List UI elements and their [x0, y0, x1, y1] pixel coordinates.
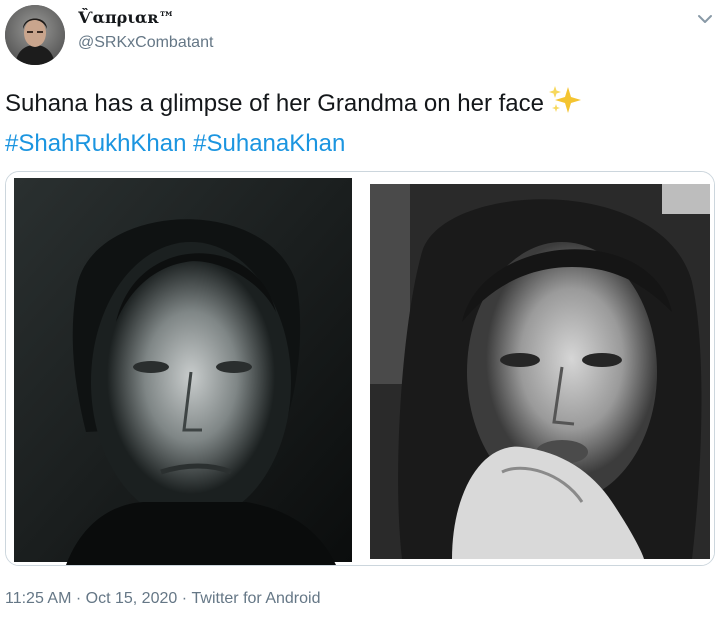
- tweet-text: Suhana has a glimpse of her Grandma on h…: [5, 85, 715, 162]
- meta-separator: ·: [75, 590, 82, 607]
- username-handle[interactable]: @SRKxCombatant: [78, 34, 213, 52]
- tweet-time[interactable]: 11:25 AM: [5, 590, 71, 608]
- tweet-text-line-1: Suhana has a glimpse of her Grandma on h…: [5, 85, 715, 126]
- chevron-down-icon[interactable]: [694, 8, 716, 30]
- hashtag-link[interactable]: #SuhanaKhan: [193, 130, 345, 157]
- tweet-metadata: 11:25 AM · Oct 15, 2020 · Twitter for An…: [5, 590, 320, 608]
- avatar[interactable]: [5, 5, 65, 65]
- hashtag-link[interactable]: #ShahRukhKhan: [5, 130, 186, 157]
- meta-separator: ·: [181, 590, 188, 607]
- profile-avatar-icon: [5, 5, 65, 65]
- tweet-source[interactable]: Twitter for Android: [192, 590, 321, 608]
- tweet-card: Ѷαπριαʀ™ @SRKxCombatant Suhana has a gli…: [0, 0, 725, 625]
- tweet-body: Suhana has a glimpse of her Grandma on h…: [5, 90, 544, 117]
- media-grid: [5, 171, 715, 566]
- tweet-text-line-2: #ShahRukhKhan #SuhanaKhan: [5, 126, 715, 162]
- left-photo[interactable]: [6, 172, 358, 565]
- sparkles-icon: [548, 85, 582, 126]
- tweet-date[interactable]: Oct 15, 2020: [86, 590, 178, 608]
- right-photo[interactable]: [362, 172, 714, 565]
- display-name[interactable]: Ѷαπριαʀ™: [78, 8, 174, 27]
